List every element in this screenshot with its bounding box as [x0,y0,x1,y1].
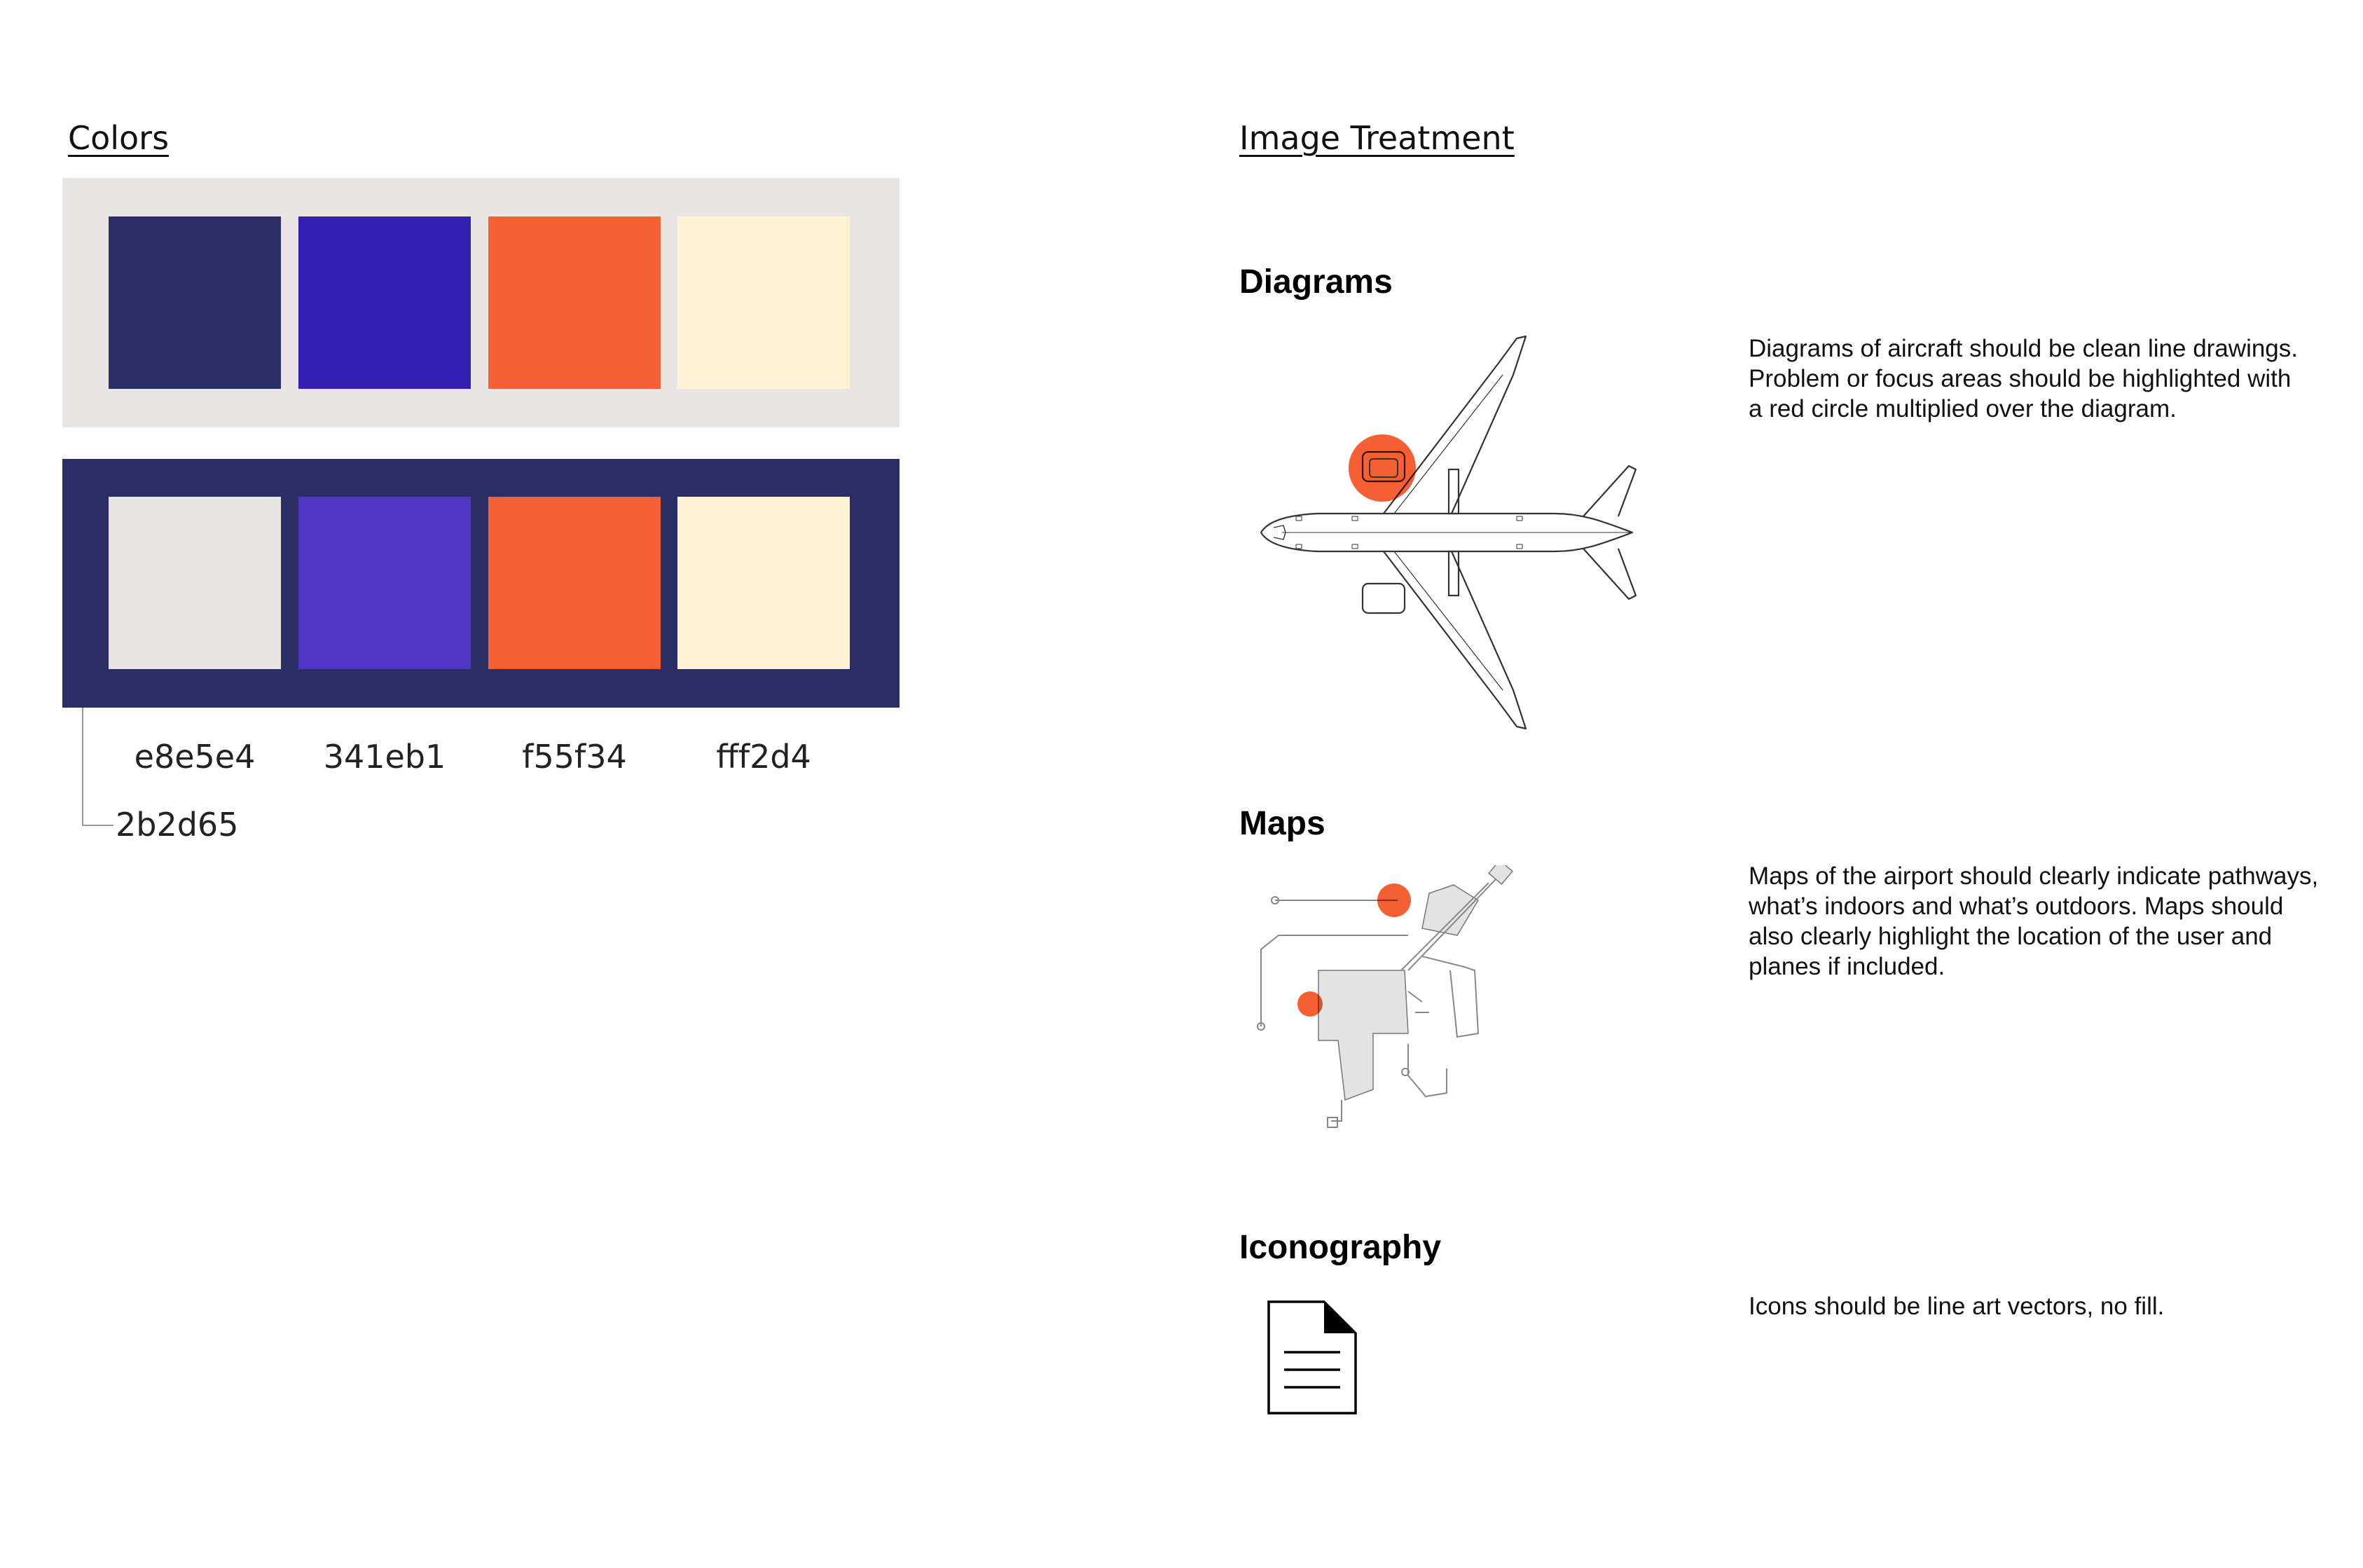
airport-map [1247,860,1541,1146]
maps-description-line: Maps of the airport should clearly indic… [1749,862,2319,890]
swatch-light-4 [677,216,850,389]
swatch-dark-4 [677,497,850,669]
maps-heading: Maps [1239,805,1325,842]
swatch-dark-2 [298,497,471,669]
hex-label-2: 341eb1 [323,738,446,776]
hex-label-4: fff2d4 [716,738,811,776]
airplane-icon [1260,335,1637,730]
diagrams-description-line: Problem or focus areas should be highlig… [1749,365,2292,392]
diagrams-description-line: a red circle multiplied over the diagram… [1749,395,2177,422]
swatch-light-2 [298,216,471,389]
airport-map-icon [1257,860,1513,1128]
iconography-description-line: Icons should be line art vectors, no fil… [1749,1293,2165,1320]
swatch-dark-3 [488,497,661,669]
colors-title: Colors [68,119,170,157]
document-icon [1267,1300,1358,1415]
swatch-light-1 [109,216,281,389]
dark-label-bracket [82,708,113,826]
swatch-light-3 [488,216,661,389]
light-color-panel [62,178,900,427]
dark-color-panel [62,459,900,708]
diagrams-description-line: Diagrams of aircraft should be clean lin… [1749,335,2298,362]
diagrams-heading: Diagrams [1239,263,1393,301]
diagrams-description: Diagrams of aircraft should be clean lin… [1749,333,2351,424]
maps-description-line: what’s indoors and what’s outdoors. Maps… [1749,893,2284,920]
swatch-dark-1 [109,497,281,669]
hex-label-3: f55f34 [522,738,627,776]
image-treatment-title: Image Treatment [1239,119,1515,157]
hex-label-1: e8e5e4 [134,738,256,776]
airplane-diagram [1254,333,1646,732]
iconography-heading: Iconography [1239,1229,1442,1266]
maps-description-line: planes if included. [1749,953,1945,980]
maps-description: Maps of the airport should clearly indic… [1749,861,2351,982]
dark-hex-label: 2b2d65 [116,806,239,844]
maps-description-line: also clearly highlight the location of t… [1749,923,2273,950]
iconography-description: Icons should be line art vectors, no fil… [1749,1291,2351,1321]
